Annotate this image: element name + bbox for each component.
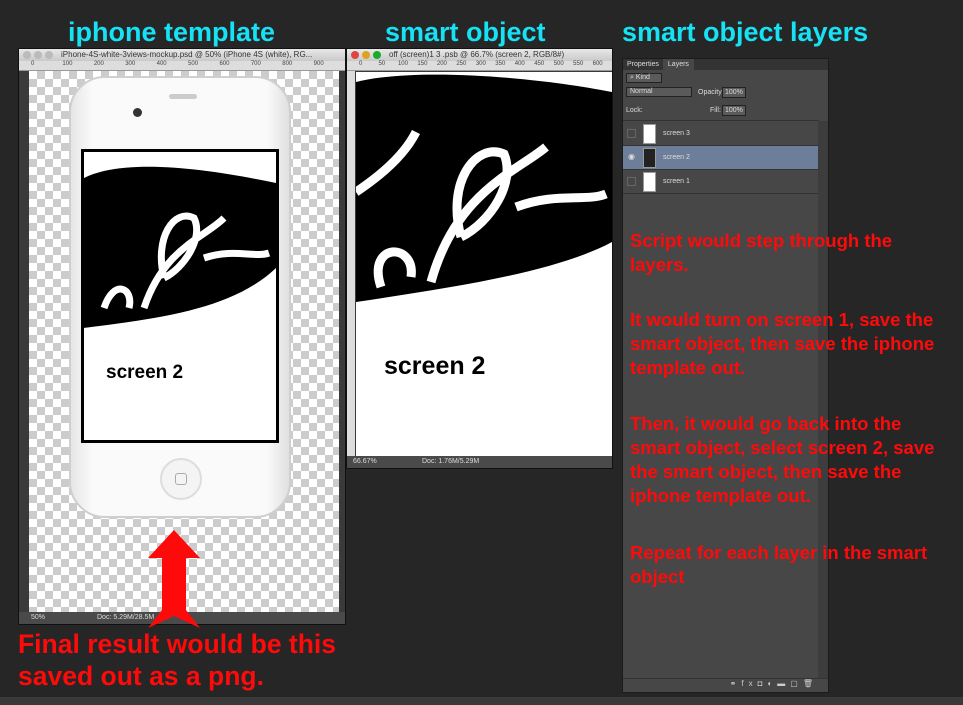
ink-artwork xyxy=(356,74,612,322)
status-bar: 66.67% Doc: 1.76M/5.29M xyxy=(347,456,612,468)
adjustment-icon[interactable]: ◐ xyxy=(767,679,777,688)
doc-size: Doc: 1.76M/5.29M xyxy=(422,458,480,465)
mask-icon[interactable]: ◘ xyxy=(758,679,768,688)
speaker-icon xyxy=(169,94,197,99)
layer-thumbnail xyxy=(643,124,656,144)
link-icon[interactable]: ⚭ xyxy=(730,679,742,688)
trash-icon[interactable]: 🗑 xyxy=(803,679,818,688)
lock-label: Lock: xyxy=(626,107,643,114)
layer-row-screen-3[interactable]: screen 3 xyxy=(623,122,819,146)
heading-smart-object-layers: smart object layers xyxy=(622,17,869,47)
window-controls[interactable] xyxy=(23,51,53,59)
panel-footer: ⚭fx◘◐▬▢🗑 xyxy=(623,678,828,692)
annotation-repeat: Repeat for each layer in the smart objec… xyxy=(630,542,928,587)
window-title: iPhone-4S-white-3views-mockup.psd @ 50% … xyxy=(61,50,313,59)
layer-thumbnail xyxy=(643,148,656,168)
window-title: off (screen)1 3 .psb @ 66.7% (screen 2, … xyxy=(389,50,565,59)
phone-screen: screen 2 xyxy=(81,149,279,443)
layer-row-screen-1[interactable]: screen 1 xyxy=(623,170,819,194)
visibility-toggle[interactable] xyxy=(627,177,636,186)
tab-properties[interactable]: Properties xyxy=(623,59,663,70)
visibility-toggle[interactable] xyxy=(627,129,636,138)
folder-icon[interactable]: ▬ xyxy=(777,679,790,688)
iphone-mockup: screen 2 xyxy=(69,76,291,518)
zoom-level[interactable]: 66.67% xyxy=(353,456,377,468)
smart-object-window[interactable]: off (screen)1 3 .psb @ 66.7% (screen 2, … xyxy=(346,48,613,469)
blend-mode-select[interactable]: Normal xyxy=(626,87,692,97)
opacity-label: Opacity: xyxy=(698,89,724,96)
layer-thumbnail xyxy=(643,172,656,192)
home-button xyxy=(160,458,202,500)
screen-label: screen 2 xyxy=(384,352,486,380)
heading-smart-object: smart object xyxy=(385,17,546,47)
annotation-final-result: Final result would be this saved out as … xyxy=(18,629,337,691)
scrollbar[interactable] xyxy=(818,121,828,678)
new-layer-icon[interactable]: ▢ xyxy=(790,679,803,688)
panel-tabs: Properties Layers xyxy=(623,59,828,70)
eye-icon[interactable]: ◉ xyxy=(627,153,636,162)
fill-label: Fill: xyxy=(710,107,721,114)
horizontal-ruler: 0 50 100 150 200 250 300 350 400 450 500 550 600 xyxy=(347,61,612,71)
window-controls[interactable] xyxy=(351,51,381,59)
ink-artwork xyxy=(84,166,276,348)
doc-size: Doc: 5.29M/28.5M xyxy=(97,614,155,621)
vertical-ruler xyxy=(347,71,355,456)
fx-icon[interactable]: fx xyxy=(741,679,757,688)
horizontal-ruler: 0 100 200 300 400 500 600 700 800 900 xyxy=(19,61,345,71)
bottom-bar xyxy=(0,697,963,705)
opacity-input[interactable]: 100% xyxy=(722,87,746,98)
title-bar[interactable]: iPhone-4S-white-3views-mockup.psd @ 50% … xyxy=(19,49,345,61)
red-up-arrow-icon xyxy=(148,530,200,628)
heading-iphone-template: iphone template xyxy=(68,17,276,47)
filter-kind-select[interactable]: ⌕ Kind xyxy=(626,73,662,83)
tab-layers[interactable]: Layers xyxy=(662,59,694,70)
canvas[interactable]: screen 2 xyxy=(356,72,612,457)
layer-row-screen-2[interactable]: ◉ screen 2 xyxy=(623,146,819,170)
annotation-step-through: Script would step through the layers. xyxy=(630,230,893,275)
title-bar[interactable]: off (screen)1 3 .psb @ 66.7% (screen 2, … xyxy=(347,49,612,61)
screen-label: screen 2 xyxy=(106,362,184,383)
camera-icon xyxy=(133,108,142,117)
annotation-screen-2: Then, it would go back into the smart ob… xyxy=(630,413,935,506)
zoom-level[interactable]: 50% xyxy=(31,612,45,624)
fill-input[interactable]: 100% xyxy=(722,105,746,116)
annotation-screen-1: It would turn on screen 1, save the smar… xyxy=(630,309,935,378)
